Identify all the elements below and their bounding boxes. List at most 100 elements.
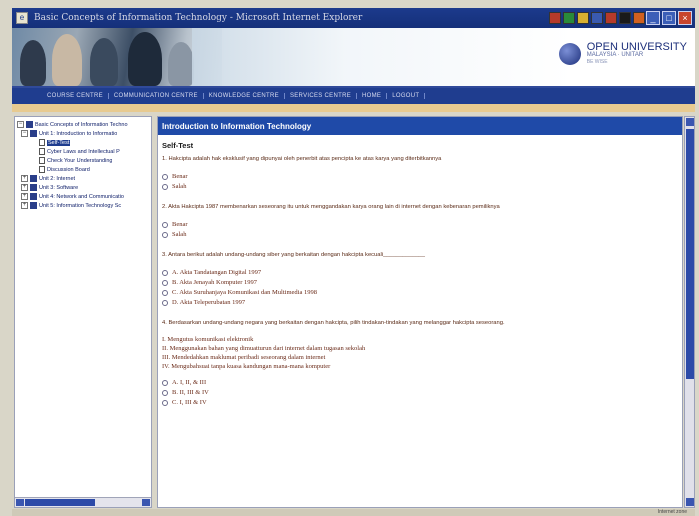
tray-app-icon[interactable]: [591, 12, 603, 24]
tree-item-unit-4[interactable]: + Unit 4: Network and Communicatio: [17, 192, 149, 201]
scroll-thumb[interactable]: [25, 499, 95, 506]
scroll-thumb[interactable]: [686, 129, 694, 379]
radio-button[interactable]: [162, 389, 168, 396]
university-logo: OPEN UNIVERSITY MALAYSIA · UNITAR BE WIS…: [558, 41, 687, 65]
nav-course-centre[interactable]: COURSE CENTRE: [42, 93, 109, 99]
main-nav: COURSE CENTRE COMMUNICATION CENTRE KNOWL…: [12, 86, 695, 104]
radio-button[interactable]: [162, 269, 168, 276]
tray-app-icon[interactable]: [577, 12, 589, 24]
tree-item-label: Discussion Board: [47, 166, 90, 173]
tray-app-icon[interactable]: [563, 12, 575, 24]
question-4: 4. Berdasarkan undang-undang negara yang…: [162, 320, 505, 326]
nav-home[interactable]: HOME: [357, 93, 388, 99]
globe-icon: [558, 42, 581, 65]
book-icon: [30, 175, 37, 182]
site-banner: OPEN UNIVERSITY MALAYSIA · UNITAR BE WIS…: [12, 28, 695, 86]
q4-statement-2: II. Menggunakan bahan yang dimuatturun d…: [162, 345, 366, 352]
radio-button[interactable]: [162, 279, 168, 286]
tree-item-discussion-board[interactable]: Discussion Board: [17, 165, 149, 174]
course-tree: − Basic Concepts of Information Techno −…: [14, 116, 152, 508]
logo-subtitle: MALAYSIA · UNITAR: [586, 52, 644, 58]
q4-option-b[interactable]: B. II, III & IV: [162, 388, 678, 397]
document-icon: [39, 139, 45, 146]
nav-knowledge-centre[interactable]: KNOWLEDGE CENTRE: [204, 93, 285, 99]
tree-item-label: Unit 1: Introduction to Informatio: [39, 130, 118, 137]
q4-statement-4: IV. Mengubahsuai tanpa kuasa kandungan m…: [162, 363, 331, 370]
tree-item-label: Unit 2: Internet: [39, 175, 76, 182]
banner-photo: [12, 28, 222, 86]
collapse-icon[interactable]: −: [17, 121, 24, 128]
tree-item-self-test[interactable]: Self-Test: [17, 138, 149, 147]
radio-button[interactable]: [162, 289, 168, 296]
tree-item-unit-2[interactable]: + Unit 2: Internet: [17, 174, 149, 183]
tray-app-icon[interactable]: [549, 12, 561, 24]
q3-option-a[interactable]: A. Akta Tandatangan Digital 1997: [162, 268, 678, 277]
page-title: Self-Test: [162, 141, 194, 150]
scroll-up-icon[interactable]: [686, 118, 694, 126]
tree-item-unit-3[interactable]: + Unit 3: Software: [17, 183, 149, 192]
nav-communication-centre[interactable]: COMMUNICATION CENTRE: [109, 93, 204, 99]
document-icon: [39, 166, 45, 173]
q3-option-d[interactable]: D. Akta Teleperubatan 1997: [162, 298, 678, 307]
scroll-left-icon[interactable]: [16, 499, 24, 506]
radio-button[interactable]: [162, 173, 168, 180]
window-title-bar: e Basic Concepts of Information Technolo…: [12, 8, 695, 28]
q4-option-a[interactable]: A. I, II, & III: [162, 378, 678, 387]
radio-button[interactable]: [162, 183, 168, 190]
scroll-right-icon[interactable]: [142, 499, 150, 506]
expand-icon[interactable]: +: [21, 184, 28, 191]
logo-title: OPEN UNIVERSITY: [586, 41, 687, 53]
tree-item-label: Self-Test: [47, 139, 71, 146]
tree-item-unit-5[interactable]: + Unit 5: Information Technology Sc: [17, 201, 149, 210]
radio-button[interactable]: [162, 299, 168, 306]
tree-item-label: Unit 3: Software: [39, 184, 79, 191]
tree-item-course[interactable]: − Basic Concepts of Information Techno: [17, 120, 149, 129]
close-button[interactable]: ×: [678, 11, 692, 25]
tray-app-icon[interactable]: [619, 12, 631, 24]
tray-icons: [549, 12, 645, 24]
tree-item-label: Check Your Understanding: [47, 157, 113, 164]
book-icon: [30, 130, 37, 137]
radio-button[interactable]: [162, 399, 168, 406]
q2-option-benar[interactable]: Benar: [162, 220, 678, 229]
nav-services-centre[interactable]: SERVICES CENTRE: [285, 93, 358, 99]
tree-item-label: Basic Concepts of Information Techno: [35, 121, 128, 128]
q3-option-b[interactable]: B. Akta Jenayah Komputer 1997: [162, 278, 678, 287]
tray-app-icon[interactable]: [605, 12, 617, 24]
q1-option-salah[interactable]: Salah: [162, 182, 678, 191]
question-3: 3. Antara berikut adalah undang-undang s…: [162, 252, 425, 258]
q4-statement-3: III. Mendedahkan maklumat peribadi seseo…: [162, 354, 326, 361]
tree-item-label: Unit 5: Information Technology Sc: [39, 202, 122, 209]
q3-option-c[interactable]: C. Akta Suruhanjaya Komunikasi dan Multi…: [162, 288, 678, 297]
tree-horizontal-scrollbar[interactable]: [15, 497, 151, 507]
content-vertical-scrollbar[interactable]: [684, 116, 695, 508]
tree-item-label: Unit 4: Network and Communicatio: [39, 193, 124, 200]
collapse-icon[interactable]: −: [21, 130, 28, 137]
q1-option-benar[interactable]: Benar: [162, 172, 678, 181]
tray-app-icon[interactable]: [633, 12, 645, 24]
document-icon: [39, 148, 45, 155]
expand-icon[interactable]: +: [21, 193, 28, 200]
ie-app-icon: e: [16, 12, 28, 24]
q4-statement-1: I. Mengutus komunikasi elektronik: [162, 336, 254, 343]
content-header: Introduction to Information Technology: [158, 117, 682, 135]
tree-item-check-understanding[interactable]: Check Your Understanding: [17, 156, 149, 165]
radio-button[interactable]: [162, 231, 168, 238]
expand-icon[interactable]: +: [21, 175, 28, 182]
content-panel: Introduction to Information Technology S…: [157, 116, 683, 508]
nav-logout[interactable]: LOGOUT: [387, 93, 426, 99]
question-1: 1. Hakcipta adalah hak eksklusif yang di…: [162, 156, 442, 162]
document-icon: [39, 157, 45, 164]
status-zone: Internet zone: [657, 509, 687, 515]
maximize-button[interactable]: □: [662, 11, 676, 25]
q4-option-c[interactable]: C. I, III & IV: [162, 398, 678, 407]
radio-button[interactable]: [162, 379, 168, 386]
radio-button[interactable]: [162, 221, 168, 228]
scroll-down-icon[interactable]: [686, 498, 694, 506]
expand-icon[interactable]: +: [21, 202, 28, 209]
tree-item-cyber-laws[interactable]: Cyber Laws and Intellectual P: [17, 147, 149, 156]
minimize-button[interactable]: _: [646, 11, 660, 25]
tree-item-unit-1[interactable]: − Unit 1: Introduction to Informatio: [17, 129, 149, 138]
q2-option-salah[interactable]: Salah: [162, 230, 678, 239]
book-icon: [30, 193, 37, 200]
